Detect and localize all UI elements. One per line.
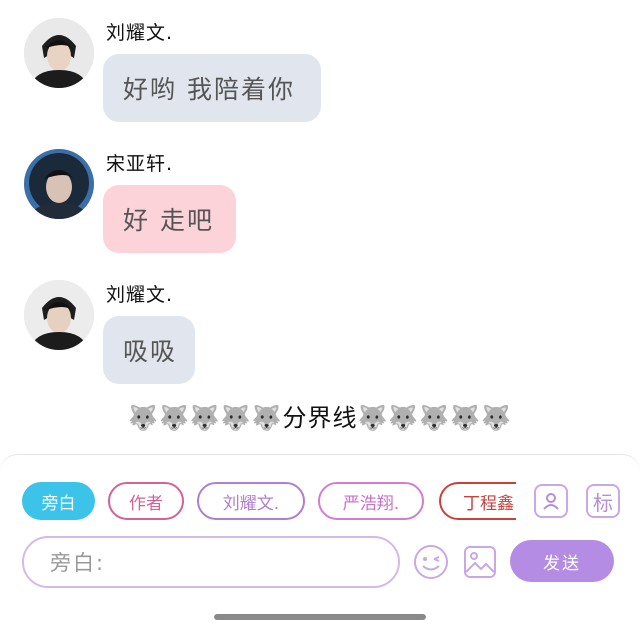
role-chip-ding-chengxin[interactable]: 丁程鑫: [439, 482, 516, 520]
sender-name: 刘耀文.: [106, 22, 174, 44]
avatar[interactable]: [24, 149, 94, 219]
role-chip-yan-haoxiang[interactable]: 严浩翔.: [318, 482, 424, 520]
input-placeholder: 旁白:: [50, 551, 106, 575]
label-icon[interactable]: 标: [586, 484, 620, 518]
image-icon[interactable]: [462, 544, 498, 580]
message-item: 刘耀文. 好哟 我陪着你: [24, 18, 424, 124]
message-bubble[interactable]: 吸吸: [103, 316, 195, 384]
message-input[interactable]: 旁白:: [22, 536, 400, 588]
message-bubble[interactable]: 好哟 我陪着你: [103, 54, 321, 122]
section-divider: 🐺🐺🐺🐺🐺分界线🐺🐺🐺🐺🐺: [128, 404, 512, 432]
message-item: 宋亚轩. 好 走吧: [24, 149, 424, 255]
send-button[interactable]: 发送: [510, 540, 614, 582]
role-chip-narrator[interactable]: 旁白: [22, 482, 95, 520]
avatar[interactable]: [24, 280, 94, 350]
contact-card-icon[interactable]: [534, 484, 568, 518]
label-icon-text: 标: [593, 490, 613, 515]
avatar[interactable]: [24, 18, 94, 88]
home-indicator[interactable]: [214, 614, 426, 620]
emoji-icon[interactable]: [412, 543, 450, 581]
message-bubble[interactable]: 好 走吧: [103, 185, 236, 253]
sender-name: 刘耀文.: [106, 284, 174, 306]
role-chip-author[interactable]: 作者: [108, 482, 184, 520]
message-item: 刘耀文. 吸吸: [24, 280, 424, 386]
sender-name: 宋亚轩.: [106, 153, 174, 175]
role-chip-liu-yaowen[interactable]: 刘耀文.: [197, 482, 305, 520]
